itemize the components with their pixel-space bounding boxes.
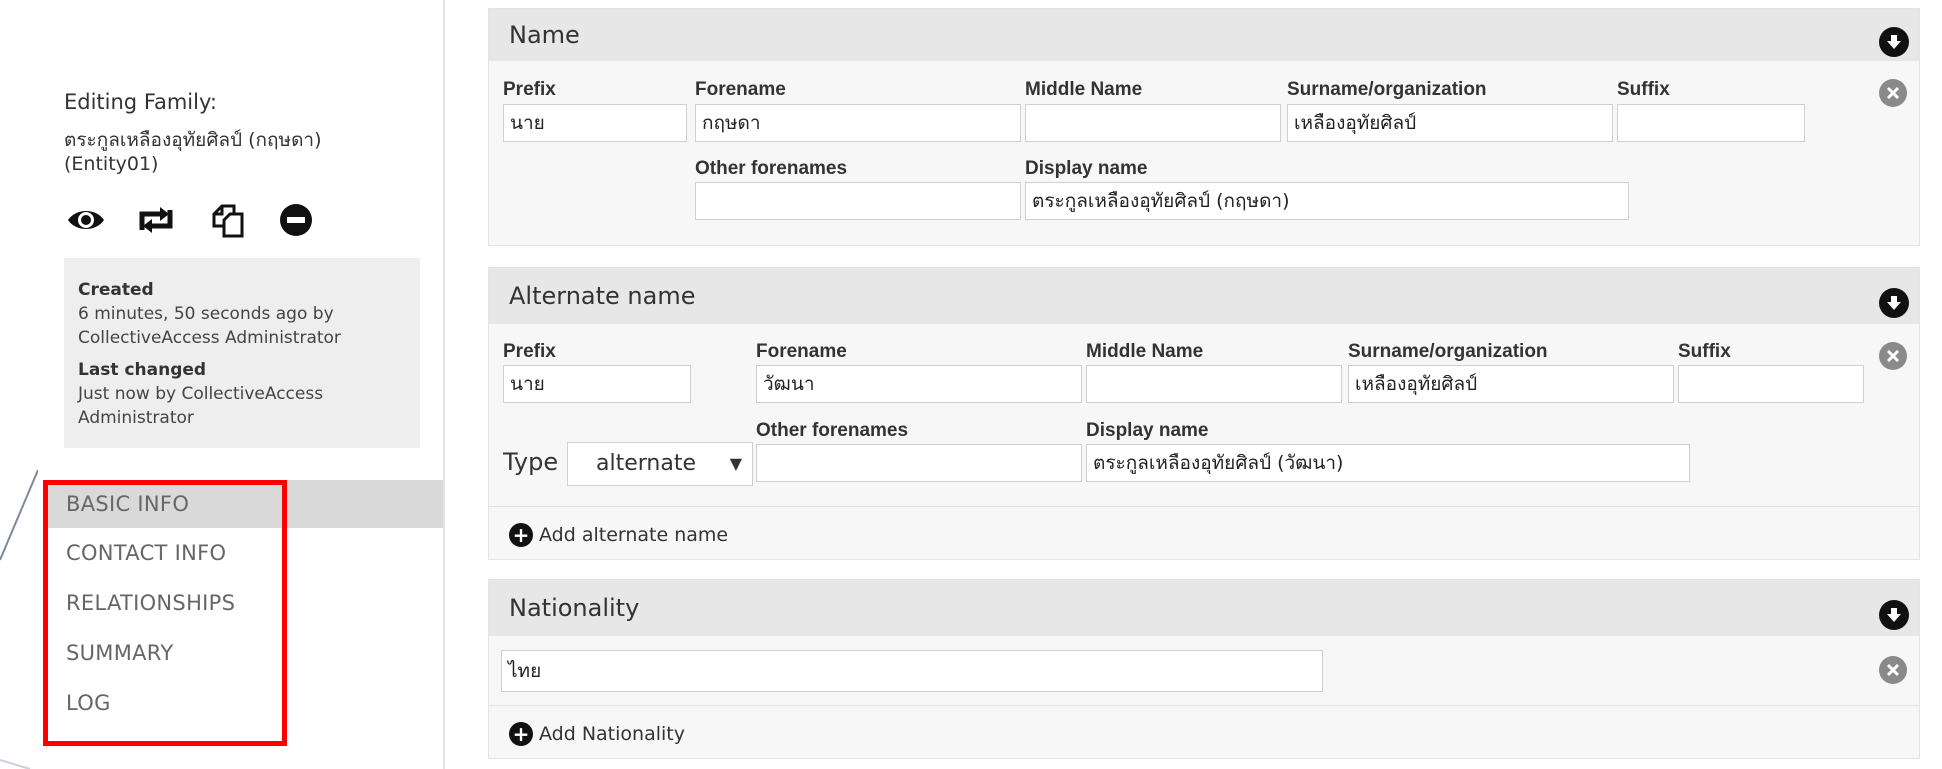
bundle-title: Nationality <box>509 594 640 622</box>
add-row: + Add alternate name <box>489 506 1919 561</box>
plus-circle-icon: + <box>509 523 533 547</box>
type-select-value: alternate <box>596 451 696 476</box>
collapse-arrow-icon[interactable] <box>1879 600 1909 630</box>
nav-item-log[interactable]: LOG <box>48 678 443 728</box>
suffix-label: Suffix <box>1617 79 1670 100</box>
add-nationality-label: Add Nationality <box>539 723 685 745</box>
display-name-label: Display name <box>1025 158 1148 179</box>
record-metadata: Created 6 minutes, 50 seconds ago by Col… <box>64 258 420 448</box>
forename-field[interactable]: กฤษดา <box>695 104 1021 142</box>
screen-nav: BASIC INFO CONTACT INFO RELATIONSHIPS SU… <box>48 480 443 728</box>
bundle-header: Name <box>489 9 1919 61</box>
page-edge-decoration <box>0 0 38 769</box>
surname-label: Surname/organization <box>1287 79 1487 100</box>
type-label: Type <box>503 448 559 476</box>
other-forenames-label: Other forenames <box>695 158 848 179</box>
other-forenames-field[interactable] <box>695 182 1021 220</box>
add-alternate-name-button[interactable]: + Add alternate name <box>509 523 728 547</box>
duplicate-icon[interactable] <box>202 200 250 240</box>
editing-heading: Editing Family: <box>64 90 217 114</box>
add-row: + Add Nationality <box>489 705 1919 760</box>
name-bundle: Name Prefix นาย Forename กฤษดา Middle Na… <box>488 8 1920 246</box>
prefix-field[interactable]: นาย <box>503 104 687 142</box>
retweet-icon[interactable] <box>132 200 180 240</box>
last-changed-value: Just now by CollectiveAccess Administrat… <box>78 384 324 428</box>
prefix-label: Prefix <box>503 79 556 100</box>
add-nationality-button[interactable]: + Add Nationality <box>509 722 685 746</box>
collapse-arrow-icon[interactable] <box>1879 27 1909 57</box>
record-actions <box>62 200 320 240</box>
nav-item-summary[interactable]: SUMMARY <box>48 628 443 678</box>
prefix-label: Prefix <box>503 341 556 362</box>
display-name-field[interactable]: ตระกูลเหลืองอุทัยศิลป์ (กฤษดา) <box>1025 182 1629 220</box>
display-name-label: Display name <box>1086 420 1209 441</box>
middle-name-field[interactable] <box>1086 365 1342 403</box>
chevron-down-icon: ▼ <box>729 454 742 473</box>
forename-field[interactable]: วัฒนา <box>756 365 1082 403</box>
plus-circle-icon: + <box>509 722 533 746</box>
nav-item-contact-info[interactable]: CONTACT INFO <box>48 528 443 578</box>
other-forenames-label: Other forenames <box>756 420 909 441</box>
nationality-bundle: Nationality ไทย + Add Nationality <box>488 579 1920 759</box>
surname-field[interactable]: เหลืองอุทัยศิลป์ <box>1348 365 1674 403</box>
nav-item-relationships[interactable]: RELATIONSHIPS <box>48 578 443 628</box>
bundle-title: Alternate name <box>509 282 696 310</box>
middle-name-label: Middle Name <box>1025 79 1143 100</box>
alternate-name-bundle: Alternate name Prefix นาย Forename วัฒนา… <box>488 267 1920 560</box>
other-forenames-field[interactable] <box>756 444 1082 482</box>
add-alternate-name-label: Add alternate name <box>539 524 729 546</box>
remove-close-icon[interactable] <box>1879 656 1907 684</box>
created-label: Created <box>78 280 154 300</box>
editor-sidebar: Editing Family: ตระกูลเหลืองอุทัยศิลป์ (… <box>38 0 445 769</box>
surname-field[interactable]: เหลืองอุทัยศิลป์ <box>1287 104 1613 142</box>
collapse-arrow-icon[interactable] <box>1879 288 1909 318</box>
surname-label: Surname/organization <box>1348 341 1548 362</box>
forename-label: Forename <box>756 341 847 362</box>
nationality-field[interactable]: ไทย <box>501 650 1323 692</box>
type-select[interactable]: alternate ▼ <box>567 442 753 486</box>
bundle-title: Name <box>509 21 580 49</box>
suffix-field[interactable] <box>1617 104 1805 142</box>
remove-close-icon[interactable] <box>1879 342 1907 370</box>
prefix-field[interactable]: นาย <box>503 365 691 403</box>
nav-item-basic-info[interactable]: BASIC INFO <box>48 480 443 528</box>
suffix-label: Suffix <box>1678 341 1731 362</box>
remove-close-icon[interactable] <box>1879 79 1907 107</box>
created-value: 6 minutes, 50 seconds ago by CollectiveA… <box>78 304 341 348</box>
delete-icon[interactable] <box>272 200 320 240</box>
eye-icon[interactable] <box>62 200 110 240</box>
middle-name-label: Middle Name <box>1086 341 1204 362</box>
bundle-header: Alternate name <box>489 268 1919 324</box>
bundle-header: Nationality <box>489 580 1919 636</box>
display-name-field[interactable]: ตระกูลเหลืองอุทัยศิลป์ (วัฒนา) <box>1086 444 1690 482</box>
entity-name: ตระกูลเหลืองอุทัยศิลป์ (กฤษดา) (Entity01… <box>64 129 322 175</box>
suffix-field[interactable] <box>1678 365 1864 403</box>
last-changed-label: Last changed <box>78 360 207 380</box>
forename-label: Forename <box>695 79 786 100</box>
middle-name-field[interactable] <box>1025 104 1281 142</box>
